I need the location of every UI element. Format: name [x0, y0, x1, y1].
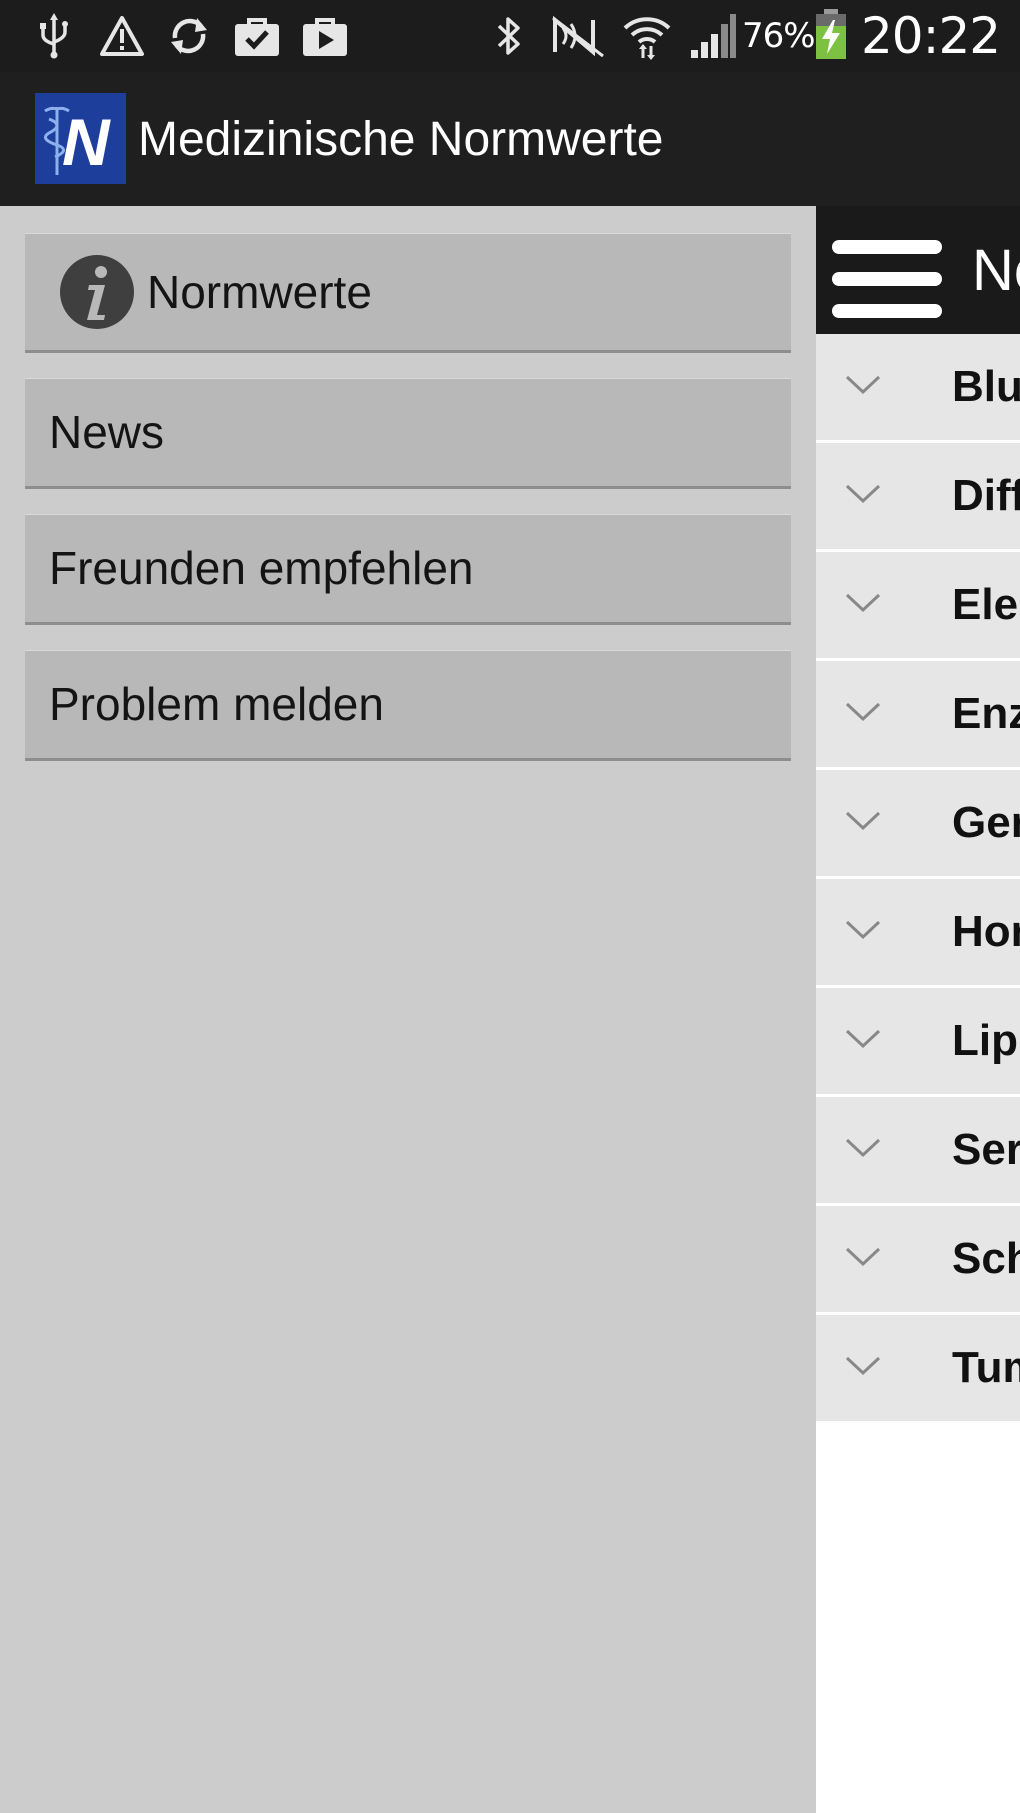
list-item[interactable]: Gerinnung [816, 770, 1020, 879]
play-store-icon [300, 12, 350, 60]
status-bar: 76% 20:22 [0, 0, 1020, 72]
list-item[interactable]: Tumormarker [816, 1315, 1020, 1424]
list-item[interactable]: Schilddrüse [816, 1206, 1020, 1315]
action-bar: N Medizinische Normwerte [0, 72, 1020, 206]
list-item-label: Gerinnung [952, 798, 1020, 847]
list-item[interactable]: Hormone [816, 879, 1020, 988]
list-item-label: Lipide [952, 1016, 1020, 1065]
chevron-down-icon [843, 808, 883, 834]
navigation-drawer: Normwerte News Freunden empfehlen Proble… [0, 206, 816, 1813]
drawer-item-freunden-empfehlen[interactable]: Freunden empfehlen [25, 514, 791, 625]
chevron-down-icon [843, 699, 883, 725]
list-item-label: Serum [952, 1125, 1020, 1174]
list-item[interactable]: Elektrolyte [816, 552, 1020, 661]
drawer-item-label: Freunden empfehlen [49, 542, 474, 594]
chevron-down-icon [843, 590, 883, 616]
drawer-item-news[interactable]: News [25, 378, 791, 489]
signal-icon [688, 12, 738, 60]
list-item-label: Enzyme [952, 689, 1020, 738]
battery-charging-icon [812, 9, 850, 59]
chevron-down-icon [843, 481, 883, 507]
list-item[interactable]: Lipide [816, 988, 1020, 1097]
app-title: Medizinische Normwerte [138, 112, 664, 166]
category-list: Blutbild Differentialblutbild Elektrolyt… [816, 334, 1020, 1424]
list-item-label: Elektrolyte [952, 580, 1020, 629]
drawer-item-problem-melden[interactable]: Problem melden [25, 650, 791, 761]
drawer-item-label: News [49, 406, 165, 458]
drawer-item-label: Normwerte [147, 265, 372, 318]
content-title: Normwerte [972, 237, 1020, 303]
list-item-label: Tumormarker [952, 1343, 1020, 1392]
main-content: Normwerte Blutbild Differentialblutbild … [816, 206, 1020, 1813]
list-item[interactable]: Blutbild [816, 334, 1020, 443]
usb-icon [34, 12, 74, 60]
app-logo[interactable]: N [35, 93, 126, 184]
list-item-label: Hormone [952, 907, 1020, 956]
app-logo-letter: N [62, 105, 111, 179]
list-item-label: Blutbild [952, 362, 1020, 411]
list-item[interactable]: Enzyme [816, 661, 1020, 770]
chevron-down-icon [843, 1244, 883, 1270]
list-item-label: Schilddrüse [952, 1234, 1020, 1283]
battery-percent: 76% [742, 16, 816, 56]
sync-icon [164, 12, 214, 60]
wifi-icon [620, 12, 674, 60]
list-item[interactable]: Differentialblutbild [816, 443, 1020, 552]
list-item[interactable]: Serum [816, 1097, 1020, 1206]
status-time: 20:22 [861, 7, 1001, 65]
drawer-item-label: Problem melden [49, 678, 384, 730]
content-header: Normwerte [816, 206, 1020, 334]
warning-icon [98, 12, 146, 60]
list-item-label: Differentialblutbild [952, 471, 1020, 520]
drawer-item-normwerte[interactable]: Normwerte [25, 233, 791, 353]
chevron-down-icon [843, 372, 883, 398]
chevron-down-icon [843, 917, 883, 943]
info-icon [59, 254, 135, 330]
nfc-icon [548, 12, 608, 60]
chevron-down-icon [843, 1353, 883, 1379]
menu-icon[interactable] [832, 240, 942, 318]
chevron-down-icon [843, 1026, 883, 1052]
store-check-icon [232, 12, 282, 60]
chevron-down-icon [843, 1135, 883, 1161]
bluetooth-icon [492, 12, 526, 60]
